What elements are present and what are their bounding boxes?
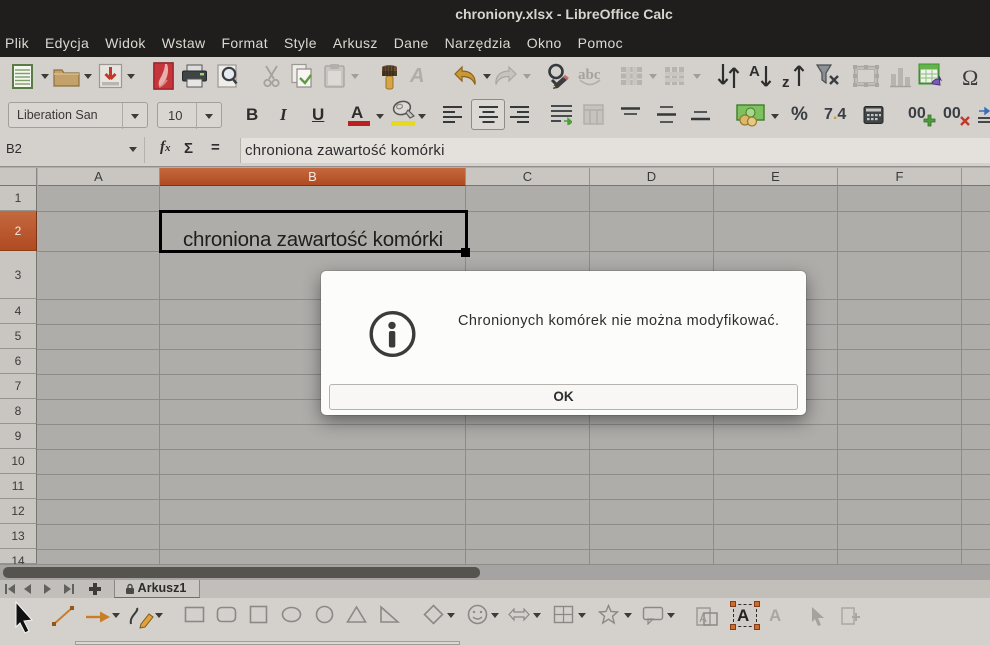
svg-text:z: z (782, 74, 790, 90)
svg-text:A: A (749, 63, 760, 80)
